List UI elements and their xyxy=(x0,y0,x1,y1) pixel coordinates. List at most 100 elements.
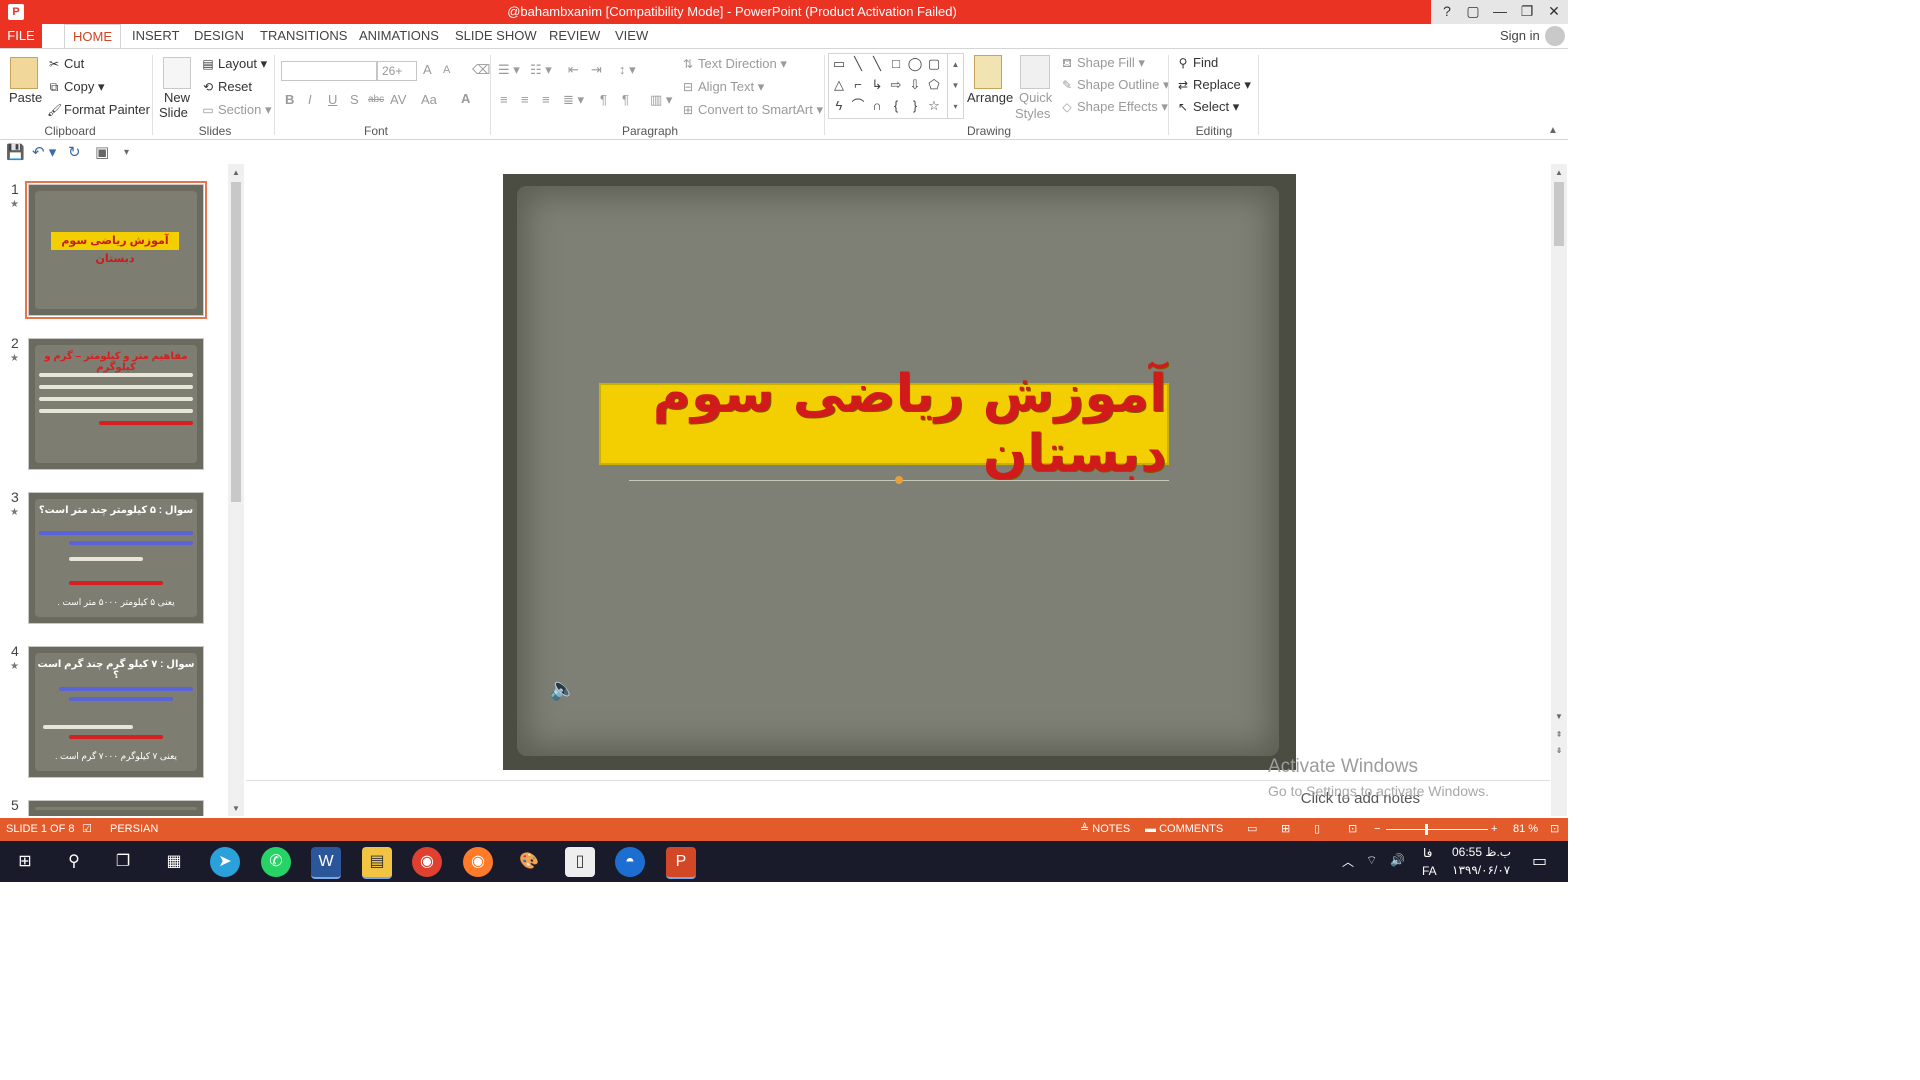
ribbon-display-icon[interactable]: ▢ xyxy=(1460,0,1486,24)
star-shape-icon[interactable]: ☆ xyxy=(926,98,942,114)
slideshow-view-icon[interactable]: ⊡ xyxy=(1348,818,1357,841)
columns-icon[interactable]: ▥ ▾ xyxy=(650,92,672,108)
show-hidden-icon[interactable]: ︿ xyxy=(1342,853,1354,870)
thumbnails-scrollbar[interactable]: ▲ ▼ xyxy=(228,164,244,816)
telegram-icon[interactable]: ➤ xyxy=(210,847,240,877)
document-icon[interactable]: ▯ xyxy=(565,847,595,877)
align-center-icon[interactable]: ≡ xyxy=(521,92,529,107)
powerpoint-taskbar-icon[interactable]: P xyxy=(666,847,696,879)
quick-styles-button[interactable]: Quick xyxy=(1019,90,1052,105)
task-view-icon[interactable]: ❐ xyxy=(108,847,138,877)
tab-review[interactable]: REVIEW xyxy=(541,24,608,48)
underline-button[interactable]: U xyxy=(328,92,337,107)
triangle-shape-icon[interactable]: △ xyxy=(831,77,847,93)
slide-title-box[interactable]: آموزش ریاضی سوم دبستان xyxy=(599,364,1169,484)
shapes-more-icon[interactable]: ▲ ▼ ▾ xyxy=(947,54,963,118)
oval-shape-icon[interactable]: ◯ xyxy=(907,56,923,72)
chrome-icon[interactable]: ◉ xyxy=(412,847,442,877)
notifications-icon[interactable]: ▭ xyxy=(1532,851,1547,871)
shadow-button[interactable]: S xyxy=(350,92,359,107)
tab-slide-show[interactable]: SLIDE SHOW xyxy=(447,24,545,48)
paste-button[interactable]: Paste xyxy=(9,90,42,105)
next-slide-icon[interactable]: ⇟ xyxy=(1551,744,1567,758)
font-size-combo[interactable]: 26+ xyxy=(377,61,417,81)
redo-icon[interactable]: ↻ xyxy=(68,143,81,161)
right-arrow-shape-icon[interactable]: ⇨ xyxy=(888,77,904,93)
grow-font-button[interactable]: A xyxy=(423,62,432,77)
clock-time[interactable]: 06:55 ب.ظ xyxy=(1452,845,1511,859)
scroll-thumb[interactable] xyxy=(1554,182,1564,246)
search-icon[interactable]: ⚲ xyxy=(59,847,89,877)
zoom-slider-thumb[interactable] xyxy=(1425,824,1428,835)
scribble-shape-icon[interactable]: ϟ xyxy=(831,98,847,114)
quick-styles-icon[interactable] xyxy=(1020,55,1050,89)
textbox-shape-icon[interactable]: ▭ xyxy=(831,56,847,72)
char-spacing-button[interactable]: AV xyxy=(390,92,406,107)
numbering-icon[interactable]: ☷ ▾ xyxy=(530,62,552,78)
font-name-combo[interactable] xyxy=(281,61,377,81)
bold-button[interactable]: B xyxy=(285,92,294,107)
network-icon[interactable]: ⌔ xyxy=(1366,853,1377,868)
slide-scrollbar[interactable]: ▲ ▼ ⇞ ⇟ xyxy=(1551,164,1567,816)
speaker-icon[interactable]: 🔈 xyxy=(549,676,576,702)
close-icon[interactable]: ✕ xyxy=(1541,0,1567,24)
new-slide-button[interactable]: New xyxy=(164,90,190,105)
scroll-up-icon[interactable]: ▲ xyxy=(1551,166,1567,180)
rounded-rect-shape-icon[interactable]: ▢ xyxy=(926,56,942,72)
right-brace-shape-icon[interactable]: } xyxy=(907,98,923,114)
quick-styles-button-line2[interactable]: Styles xyxy=(1015,106,1050,121)
slide-thumbnail-3[interactable]: سوال : ۵ کیلومتر چند متر است؟ یعنی ۵ کیل… xyxy=(28,492,204,624)
change-case-button[interactable]: Aa xyxy=(421,92,437,107)
freeform-shape-icon[interactable]: ⬠ xyxy=(926,77,942,93)
rtl-icon[interactable]: ¶ xyxy=(622,92,629,107)
spelling-icon[interactable]: ☑ xyxy=(82,818,92,841)
word-icon[interactable]: W xyxy=(311,847,341,879)
volume-icon[interactable]: 🔊 xyxy=(1390,853,1405,867)
convert-smartart-button[interactable]: ⊞ Convert to SmartArt ▾ xyxy=(681,102,823,118)
slide-thumbnail-2[interactable]: مفاهیم متر و کیلومتر – گرم و کیلوگرم xyxy=(28,338,204,470)
line-spacing-icon[interactable]: ↕ ▾ xyxy=(619,62,636,78)
line-shape-icon[interactable]: ╲ xyxy=(850,56,866,72)
text-direction-button[interactable]: ⇅ Text Direction ▾ xyxy=(681,56,787,72)
replace-button[interactable]: ⇄ Replace ▾ xyxy=(1176,77,1251,93)
restore-icon[interactable]: ❐ xyxy=(1514,0,1540,24)
app-icon[interactable]: ◓ xyxy=(615,847,645,877)
powerpoint-icon[interactable]: P xyxy=(0,0,33,24)
layout-button[interactable]: ▤ Layout ▾ xyxy=(201,56,267,72)
scroll-up-icon[interactable]: ▲ xyxy=(228,166,244,180)
clear-formatting-icon[interactable]: ⌫ xyxy=(472,62,490,78)
tab-design[interactable]: DESIGN xyxy=(186,24,252,48)
zoom-out-icon[interactable]: − xyxy=(1374,818,1380,841)
zoom-level[interactable]: 81 % xyxy=(1513,818,1538,841)
undo-icon[interactable]: ↶ ▾ xyxy=(32,143,56,161)
paint-icon[interactable]: 🎨 xyxy=(514,847,544,877)
increase-indent-icon[interactable]: ⇥ xyxy=(591,62,602,78)
elbow-arrow-shape-icon[interactable]: ↳ xyxy=(869,77,885,93)
collapse-ribbon-icon[interactable]: ▲ xyxy=(1548,125,1558,136)
tab-view[interactable]: VIEW xyxy=(607,24,656,48)
previous-slide-icon[interactable]: ⇞ xyxy=(1551,728,1567,742)
rectangle-shape-icon[interactable]: □ xyxy=(888,56,904,72)
customize-qat-icon[interactable]: ▾ xyxy=(124,147,129,158)
shape-effects-button[interactable]: ◇ Shape Effects ▾ xyxy=(1060,99,1167,115)
down-arrow-shape-icon[interactable]: ⇩ xyxy=(907,77,923,93)
align-right-icon[interactable]: ≡ xyxy=(542,92,550,107)
clock-date[interactable]: ۱۳۹۹/۰۶/۰۷ xyxy=(1452,863,1510,877)
tab-file[interactable]: FILE xyxy=(0,24,42,48)
slide-thumbnail-5[interactable] xyxy=(28,800,204,816)
help-icon[interactable]: ? xyxy=(1434,0,1460,24)
slide-thumbnail-1[interactable]: آموزش ریاضی سوم دبستان xyxy=(25,181,207,319)
align-left-icon[interactable]: ≡ xyxy=(500,92,508,107)
ime-indicator[interactable]: فا xyxy=(1423,846,1432,860)
format-painter-button[interactable]: 🖌 Format Painter xyxy=(47,102,150,117)
justify-icon[interactable]: ≣ ▾ xyxy=(563,92,584,108)
slide-sorter-icon[interactable]: ⊞ xyxy=(1281,818,1290,841)
reset-button[interactable]: ⟲ Reset xyxy=(201,79,252,94)
elbow-shape-icon[interactable]: ⌐ xyxy=(850,77,866,93)
start-slideshow-icon[interactable]: ▣ xyxy=(95,143,109,161)
align-text-button[interactable]: ⊟ Align Text ▾ xyxy=(681,79,764,95)
new-slide-button-line2[interactable]: Slide xyxy=(159,105,188,120)
comments-toggle[interactable]: ▬ COMMENTS xyxy=(1145,818,1223,841)
normal-view-icon[interactable]: ▭ xyxy=(1247,818,1257,841)
whatsapp-icon[interactable]: ✆ xyxy=(261,847,291,877)
